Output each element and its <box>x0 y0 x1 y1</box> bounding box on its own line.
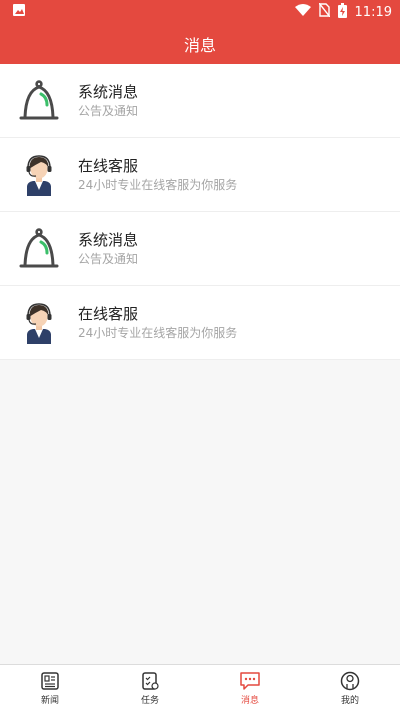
wifi-icon <box>294 3 311 21</box>
list-item-online-service[interactable]: 在线客服 24小时专业在线客服为你服务 <box>0 286 400 360</box>
tab-tasks[interactable]: 任务 <box>100 665 200 711</box>
list-item-subtitle: 24小时专业在线客服为你服务 <box>78 325 238 340</box>
image-icon <box>12 3 26 21</box>
task-icon <box>140 671 160 691</box>
no-sim-icon <box>317 2 331 21</box>
bell-icon <box>0 227 78 271</box>
news-icon <box>40 671 60 691</box>
list-item-subtitle: 公告及通知 <box>78 251 139 266</box>
page-title: 消息 <box>0 24 400 64</box>
bottom-tab-bar: 新闻 任务 消息 我的 <box>0 664 400 711</box>
list-item-title: 系统消息 <box>78 82 139 101</box>
tab-label: 消息 <box>240 695 259 706</box>
list-item-system-messages[interactable]: 系统消息 公告及通知 <box>0 64 400 138</box>
profile-icon <box>340 671 360 691</box>
tab-news[interactable]: 新闻 <box>0 665 100 711</box>
battery-charging-icon <box>337 2 347 22</box>
tab-profile[interactable]: 我的 <box>300 665 400 711</box>
tab-messages[interactable]: 消息 <box>200 665 300 711</box>
tab-label: 新闻 <box>40 695 59 706</box>
clock-time: 11:19 <box>354 4 392 20</box>
list-item-subtitle: 24小时专业在线客服为你服务 <box>78 177 238 192</box>
message-icon <box>239 671 261 691</box>
tab-label: 任务 <box>140 695 159 706</box>
list-item-subtitle: 公告及通知 <box>78 103 139 118</box>
list-item-title: 在线客服 <box>78 156 139 175</box>
message-list: 系统消息 公告及通知 在线客服 24小时专业在线客服为你服务 系统消息 公告及通… <box>0 64 400 360</box>
customer-service-avatar-icon <box>0 154 78 196</box>
list-item-system-messages[interactable]: 系统消息 公告及通知 <box>0 212 400 286</box>
list-item-online-service[interactable]: 在线客服 24小时专业在线客服为你服务 <box>0 138 400 212</box>
list-item-title: 在线客服 <box>78 304 139 323</box>
tab-label: 我的 <box>340 695 359 706</box>
list-item-title: 系统消息 <box>78 230 139 249</box>
customer-service-avatar-icon <box>0 302 78 344</box>
status-bar: 11:19 <box>0 0 400 24</box>
bell-icon <box>0 79 78 123</box>
